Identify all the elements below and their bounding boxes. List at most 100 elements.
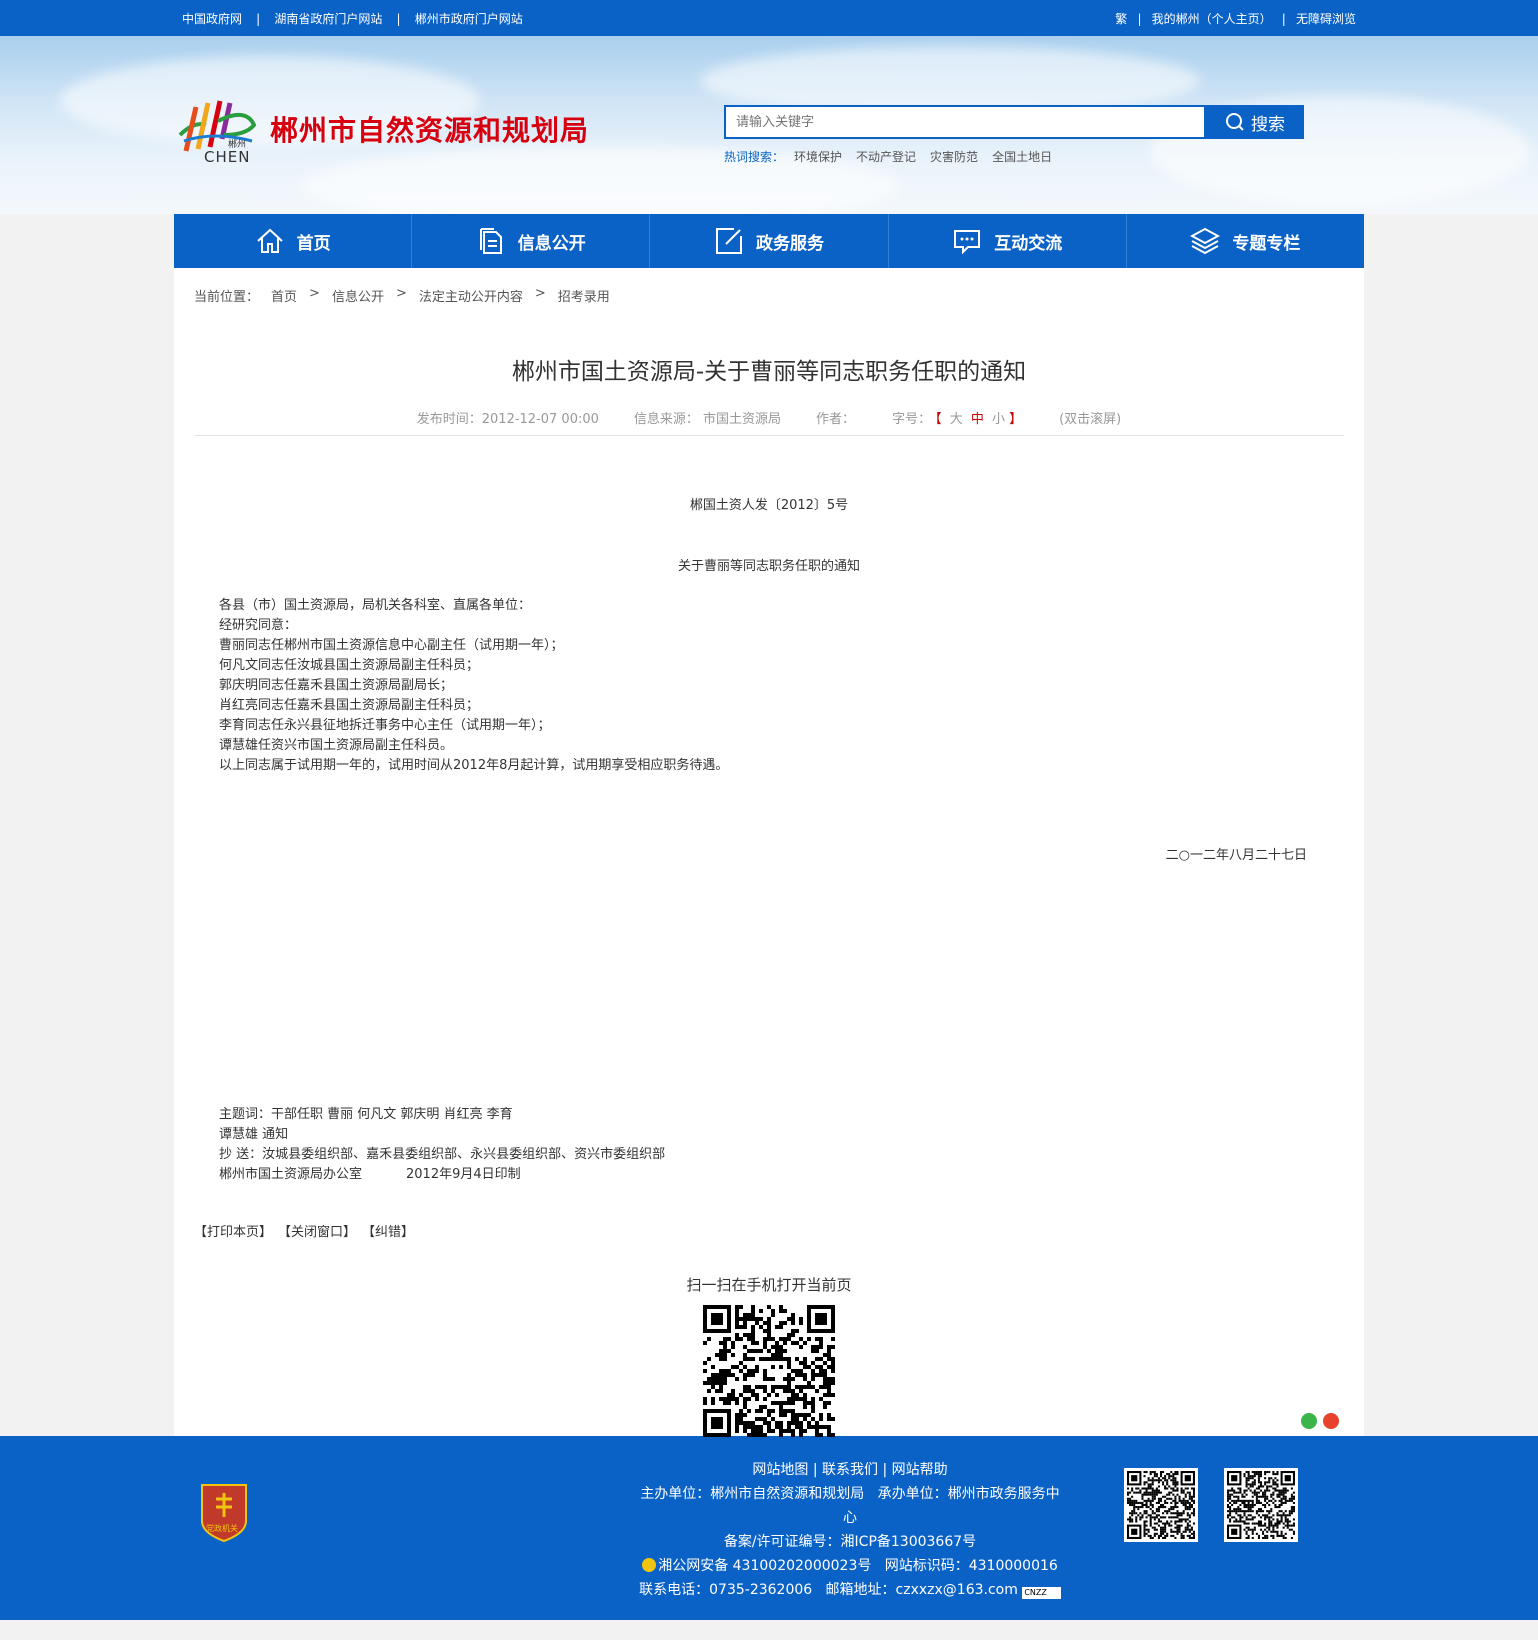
body-line: 各县（市）国土资源局，局机关各科室、直属各单位：	[219, 598, 532, 613]
separator: |	[1137, 11, 1142, 26]
nav-item-info-public[interactable]: 信息公开	[412, 214, 651, 268]
nav-label: 政务服务	[756, 233, 824, 254]
breadcrumb-separator: >	[309, 286, 320, 301]
icp-line: 备案/许可证编号：湘ICP备13003667号	[634, 1530, 1066, 1554]
top-right-links: 繁 | 我的郴州（个人主页） | 无障碍浏览	[1115, 10, 1356, 27]
font-size-label: 字号：	[892, 412, 932, 427]
icp-number[interactable]: 湘ICP备13003667号	[841, 1534, 977, 1550]
body-line: 李育同志任永兴县征地拆迁事务中心主任（试用期一年）；	[219, 718, 551, 733]
document-number: 郴国土资人发〔2012〕5号	[689, 498, 849, 513]
email: 邮箱地址：czxxzx@163.com	[825, 1582, 1018, 1598]
chenzhou-logo-icon: 郴州 CHEN	[174, 91, 258, 167]
body-line: 以上同志属于试用期一年的，试用时间从2012年8月起计算，试用期享受相应职务待遇…	[219, 758, 729, 773]
header: 郴州 CHEN 郴州市自然资源和规划局 搜索 热词搜索： 环境保护 不动产登	[0, 36, 1538, 214]
hot-word[interactable]: 不动产登记	[856, 148, 916, 165]
site-id: 网站标识码：4310000016	[884, 1558, 1058, 1574]
search-input[interactable]	[724, 105, 1206, 139]
breadcrumb-item-info[interactable]: 信息公开	[332, 286, 384, 305]
emblem-text: 党政机关	[206, 1524, 238, 1533]
search-button[interactable]: 搜索	[1206, 105, 1304, 139]
host-unit: 主办单位：郴州市自然资源和规划局	[640, 1486, 865, 1502]
police-record[interactable]: 湘公网安备 43100202000023号	[658, 1558, 871, 1574]
issuer-line: 郴州市国土资源局办公室 2012年9月4日印制	[219, 1165, 1319, 1185]
nav-item-interaction[interactable]: 互动交流	[889, 214, 1127, 268]
help-link[interactable]: 网站帮助	[892, 1462, 948, 1478]
info-source: 信息来源： 市国土资源局	[633, 412, 782, 427]
breadcrumb-separator: >	[395, 286, 407, 301]
content-area: 当前位置： 首页 > 信息公开 > 法定主动公开内容 > 招考录用 郴州市国土资…	[174, 268, 1364, 1437]
sitemap-link[interactable]: 网站地图	[752, 1462, 808, 1478]
nav-item-gov-service[interactable]: 政务服务	[650, 214, 889, 268]
footer-links: 网站地图 | 联系我们 | 网站帮助	[752, 1462, 948, 1478]
nav-label: 首页	[296, 233, 331, 254]
link-gov-cn[interactable]: 中国政府网	[182, 12, 242, 26]
hot-word[interactable]: 全国土地日	[992, 148, 1052, 165]
article-body: 郴国土资人发〔2012〕5号 关于曹丽等同志职务任职的通知 各县（市）国土资源局…	[194, 494, 1344, 1185]
document-date: 二○一二年八月二十七日	[1165, 848, 1307, 863]
icp-label: 备案/许可证编号：	[723, 1534, 841, 1550]
font-size-control: 字号：【 大 中 小】	[890, 408, 1024, 427]
undertaker-unit: 承办单位：郴州市政务服务中心	[843, 1486, 1060, 1526]
subject-words: 主题词：干部任职 曹丽 何凡文 郭庆明 肖红亮 李育	[219, 1107, 513, 1122]
qr-section: 扫一扫在手机打开当前页	[194, 1274, 1344, 1437]
print-date: 2012年9月4日印制	[406, 1167, 521, 1182]
article-meta: 发布时间：2012-12-07 00:00 信息来源： 市国土资源局 作者： 字…	[194, 408, 1344, 436]
footer-info: 网站地图 | 联系我们 | 网站帮助 主办单位：郴州市自然资源和规划局 承办单位…	[634, 1458, 1066, 1602]
contact-line: 联系电话：0735-2362006 邮箱地址：czxxzx@163.com CN…	[634, 1578, 1066, 1602]
body-line: 郭庆明同志任嘉禾县国土资源局副局长；	[219, 678, 454, 693]
link-chenzhou-gov[interactable]: 郴州市政府门户网站	[415, 12, 523, 26]
phone: 联系电话：0735-2362006	[639, 1582, 813, 1598]
document-text: 各县（市）国土资源局，局机关各科室、直属各单位： 经研究同意： 曹丽同志任郴州市…	[219, 596, 1319, 776]
police-badge-icon	[642, 1558, 657, 1572]
top-bar: 中国政府网 | 湖南省政府门户网站 | 郴州市政府门户网站 繁 | 我的郴州（个…	[0, 0, 1538, 36]
edit-icon	[716, 228, 742, 254]
nav-item-special[interactable]: 专题专栏	[1127, 214, 1364, 268]
report-error-button[interactable]: 【纠错】	[362, 1221, 414, 1240]
font-large-button[interactable]: 大	[950, 412, 963, 427]
nav-label: 信息公开	[517, 233, 586, 254]
weibo-icon[interactable]	[1323, 1413, 1339, 1429]
nav-item-home[interactable]: 首页	[174, 214, 413, 268]
contact-link[interactable]: 联系我们	[822, 1462, 878, 1478]
share-buttons	[1301, 1413, 1339, 1429]
cc-line: 抄 送：汝城县委组织部、嘉禾县委组织部、永兴县委组织部、资兴市委组织部	[219, 1147, 666, 1162]
footer-qr-code-icon	[1224, 1468, 1298, 1542]
site-logo[interactable]: 郴州 CHEN 郴州市自然资源和规划局	[174, 91, 589, 167]
my-chenzhou-link[interactable]: 我的郴州（个人主页）	[1152, 12, 1272, 26]
document-icon	[479, 228, 502, 254]
qr-title: 扫一扫在手机打开当前页	[686, 1276, 852, 1294]
body-line: 经研究同意：	[219, 618, 298, 633]
font-small-button[interactable]: 小	[992, 412, 1005, 427]
cnzz-badge-icon[interactable]: CNZZ	[1022, 1587, 1061, 1599]
font-bracket: 【	[935, 412, 942, 427]
separator: |	[396, 11, 401, 26]
search-button-label: 搜索	[1251, 114, 1285, 135]
breadcrumb-item-recruit[interactable]: 招考录用	[558, 286, 610, 305]
breadcrumb-item-home[interactable]: 首页	[271, 286, 297, 305]
hot-word[interactable]: 灾害防范	[930, 148, 978, 165]
hot-words-label: 热词搜索：	[724, 150, 785, 164]
hot-word[interactable]: 环境保护	[794, 148, 842, 165]
party-government-emblem-icon[interactable]: 党政机关	[198, 1481, 250, 1543]
close-window-button[interactable]: 【关闭窗口】	[278, 1221, 356, 1240]
font-medium-button[interactable]: 中	[971, 412, 984, 427]
accessibility-link[interactable]: 无障碍浏览	[1296, 12, 1356, 26]
wechat-icon[interactable]	[1301, 1413, 1317, 1429]
breadcrumb-item-legal[interactable]: 法定主动公开内容	[419, 286, 523, 305]
document-subtitle: 关于曹丽等同志职务任职的通知	[677, 559, 860, 574]
nav-label: 专题专栏	[1232, 233, 1301, 254]
traditional-chinese-link[interactable]: 繁	[1115, 12, 1127, 26]
host-undertaker: 主办单位：郴州市自然资源和规划局 承办单位：郴州市政务服务中心	[634, 1482, 1066, 1530]
breadcrumb: 当前位置： 首页 > 信息公开 > 法定主动公开内容 > 招考录用	[194, 268, 1344, 305]
double-click-scroll: (双击滚屏)	[1059, 412, 1122, 427]
footer: 党政机关 网站地图 | 联系我们 | 网站帮助 主办单位：郴州市自然资源和规划局…	[0, 1436, 1538, 1620]
print-button[interactable]: 【打印本页】	[194, 1221, 272, 1240]
publish-time: 发布时间：2012-12-07 00:00	[416, 412, 599, 427]
site-name: 郴州市自然资源和规划局	[270, 114, 590, 147]
body-line: 何凡文同志任汝城县国土资源局副主任科员；	[219, 658, 480, 673]
search-area: 搜索 热词搜索： 环境保护 不动产登记 灾害防范 全国土地日	[724, 105, 1304, 165]
font-bracket: 】	[1009, 412, 1023, 427]
top-left-links: 中国政府网 | 湖南省政府门户网站 | 郴州市政府门户网站	[182, 10, 523, 27]
link-hunan-gov[interactable]: 湖南省政府门户网站	[274, 12, 382, 26]
search-icon	[1226, 113, 1244, 131]
